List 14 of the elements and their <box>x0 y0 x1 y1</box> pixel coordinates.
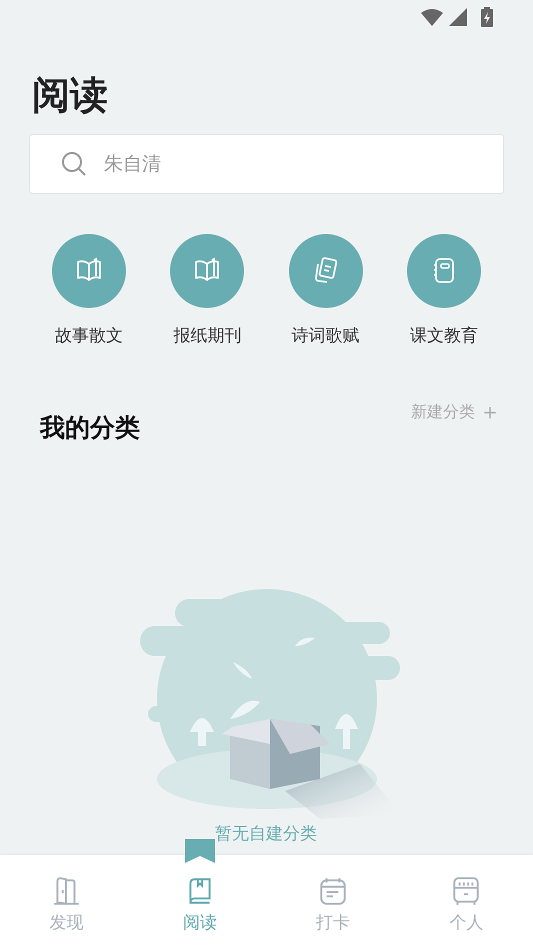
signal-icon <box>449 8 467 26</box>
new-category-button[interactable]: 新建分类 ＋ <box>411 397 501 427</box>
wifi-icon <box>421 8 443 26</box>
nav-tab[interactable]: 发现 <box>0 855 134 948</box>
search-field[interactable]: 朱自清 <box>29 134 504 194</box>
bookmark-icon <box>185 839 215 863</box>
empty-message: 暂无自建分类 <box>215 823 317 845</box>
nav-tab[interactable]: 阅读 <box>133 855 266 948</box>
nav-tab[interactable]: 打卡 <box>266 855 400 948</box>
search-icon <box>61 151 87 177</box>
nav-tab[interactable]: 个人 <box>400 855 533 948</box>
page-title: 阅读 <box>32 71 109 119</box>
section-title: 我的分类 <box>40 412 140 444</box>
battery-icon <box>481 7 493 27</box>
